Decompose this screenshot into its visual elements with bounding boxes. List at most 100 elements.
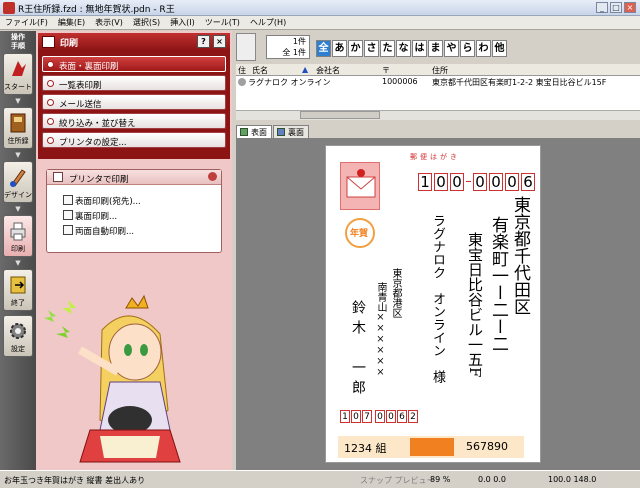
kana-a-button[interactable]: あ <box>332 40 347 57</box>
kana-wa-button[interactable]: わ <box>476 40 491 57</box>
sender-postal-digit: 0 <box>351 410 361 423</box>
postal-digit: 0 <box>434 173 448 191</box>
kana-sa-button[interactable]: さ <box>364 40 379 57</box>
sender-postal-digit: 1 <box>340 410 350 423</box>
table-row[interactable]: ラグナロク オンライン 1000006 東京都千代田区有楽町1-2-2 東宝日比… <box>236 76 640 88</box>
close-button[interactable]: × <box>624 2 636 13</box>
title-bar: R王住所録.fzd : 無地年賀状.pdn - R王 _ □ × <box>0 0 640 16</box>
menu-bar: ファイル(F) 編集(E) 表示(V) 選択(S) 挿入(I) ツール(T) ヘ… <box>0 16 640 30</box>
sender-address-2: 南青山×××××× <box>375 282 386 378</box>
col-status[interactable]: 住 <box>238 65 246 76</box>
printer-icon <box>53 172 63 182</box>
menu-select[interactable]: 選択(S) <box>128 16 165 29</box>
chevron-down-icon: ▼ <box>15 97 21 105</box>
sender-address-1: 東京都港区 <box>390 268 401 318</box>
maximize-button[interactable]: □ <box>610 2 622 13</box>
printer-print-box: プリンタで印刷 表面印刷(宛先)... 裏面印刷... 両面自動印刷... <box>46 169 222 253</box>
tab-front[interactable]: 表面 <box>236 125 272 138</box>
collapse-icon[interactable] <box>208 172 217 181</box>
app-icon <box>3 2 15 14</box>
bullet-icon <box>47 80 54 87</box>
kana-ya-button[interactable]: や <box>444 40 459 57</box>
horizontal-scrollbar[interactable] <box>236 110 640 120</box>
nenga-mark: 年賀 <box>340 215 380 249</box>
kana-other-button[interactable]: 他 <box>492 40 507 57</box>
print-menu: 表面・裏面印刷 一覧表印刷 メール送信 絞り込み・並び替え プリンタの設定... <box>38 51 230 159</box>
panel-header: 印刷 ? × <box>38 33 230 51</box>
lottery-group: 1234 組 <box>344 442 387 455</box>
step-sidebar: 操作 手順 スタート ▼ 住所録 ▼ デザイン ▼ 印刷 ▼ 終了 設定 <box>0 31 36 470</box>
toolbar-handle[interactable] <box>236 33 256 61</box>
sender-postal-digit: 7 <box>362 410 372 423</box>
sort-up-icon: ▲ <box>302 65 309 74</box>
record-count: 1件 全 1件 <box>266 35 310 59</box>
design-button[interactable]: デザイン <box>3 161 33 203</box>
bullet-icon <box>47 137 54 144</box>
printer-print-header[interactable]: プリンタで印刷 <box>47 170 221 185</box>
postal-digit: 1 <box>418 173 432 191</box>
address-book-button[interactable]: 住所録 <box>3 107 33 149</box>
lottery-number: 567890 <box>466 440 508 453</box>
menu-edit[interactable]: 編集(E) <box>53 16 90 29</box>
postal-separator <box>466 181 471 182</box>
print-panel: 印刷 ? × 表面・裏面印刷 一覧表印刷 メール送信 絞り込み・並び替え プリン… <box>36 31 232 470</box>
scrollbar-thumb[interactable] <box>300 111 380 119</box>
lottery-number-bar: 1234 組 567890 <box>338 436 524 458</box>
stamp-illustration <box>340 162 380 210</box>
sender-postal-digit: 6 <box>397 410 407 423</box>
menu-printer-settings[interactable]: プリンタの設定... <box>42 132 226 148</box>
settings-button[interactable]: 設定 <box>3 315 33 357</box>
address-book-icon <box>10 113 26 133</box>
menu-tools[interactable]: ツール(T) <box>200 16 245 29</box>
menu-front-back-print[interactable]: 表面・裏面印刷 <box>42 56 226 72</box>
status-position: 0.0 0.0 <box>478 475 506 484</box>
menu-view[interactable]: 表示(V) <box>90 16 128 29</box>
print-button[interactable]: 印刷 <box>3 215 33 257</box>
menu-help[interactable]: ヘルプ(H) <box>245 16 291 29</box>
menu-insert[interactable]: 挿入(I) <box>165 16 200 29</box>
minimize-button[interactable]: _ <box>596 2 608 13</box>
col-name[interactable]: 氏名 <box>252 65 268 76</box>
window-title: R王住所録.fzd : 無地年賀状.pdn - R王 <box>18 5 175 15</box>
start-button[interactable]: スタート <box>3 53 33 95</box>
print-back-link[interactable]: 裏面印刷... <box>47 208 221 223</box>
print-panel-icon <box>42 36 55 48</box>
kana-ta-button[interactable]: た <box>380 40 395 57</box>
menu-file[interactable]: ファイル(F) <box>0 16 53 29</box>
gear-icon <box>10 323 26 339</box>
kana-ma-button[interactable]: ま <box>428 40 443 57</box>
steps-header: 操作 手順 <box>11 33 25 50</box>
menu-send-mail[interactable]: メール送信 <box>42 94 226 110</box>
col-address[interactable]: 住所 <box>432 65 448 76</box>
postal-digit: 0 <box>450 173 464 191</box>
col-postal[interactable]: 〒 <box>382 65 390 76</box>
status-snap: スナップ プレビュー <box>360 476 435 485</box>
kana-ka-button[interactable]: か <box>348 40 363 57</box>
kana-ra-button[interactable]: ら <box>460 40 475 57</box>
sender-postal-digit: 0 <box>375 410 385 423</box>
exit-button[interactable]: 終了 <box>3 269 33 311</box>
bullet-icon <box>47 99 54 106</box>
chevron-down-icon: ▼ <box>15 259 21 267</box>
exit-icon <box>10 276 26 294</box>
col-company[interactable]: 会社名 <box>316 65 340 76</box>
postcard-header: 郵便はがき <box>410 153 460 161</box>
status-bar: お年玉つき年賀はがき 縦書 差出人あり スナップ プレビュー 89 % 0.0 … <box>0 470 640 488</box>
menu-filter-sort[interactable]: 絞り込み・並び替え <box>42 113 226 129</box>
page-icon <box>63 195 73 205</box>
help-button[interactable]: ? <box>197 35 210 48</box>
print-front-link[interactable]: 表面印刷(宛先)... <box>47 193 221 208</box>
menu-list-print[interactable]: 一覧表印刷 <box>42 75 226 91</box>
kana-ha-button[interactable]: は <box>412 40 427 57</box>
bullet-icon <box>47 118 54 125</box>
printer-icon <box>10 222 26 241</box>
cell-postal: 1000006 <box>382 77 418 86</box>
sender-postal-digit: 0 <box>386 410 396 423</box>
panel-close-button[interactable]: × <box>213 35 226 48</box>
kana-all-button[interactable]: 全 <box>316 40 331 57</box>
tab-back[interactable]: 裏面 <box>273 125 309 138</box>
table-body <box>236 88 640 110</box>
design-brush-icon <box>10 169 26 187</box>
print-duplex-link[interactable]: 両面自動印刷... <box>47 223 221 238</box>
kana-na-button[interactable]: な <box>396 40 411 57</box>
